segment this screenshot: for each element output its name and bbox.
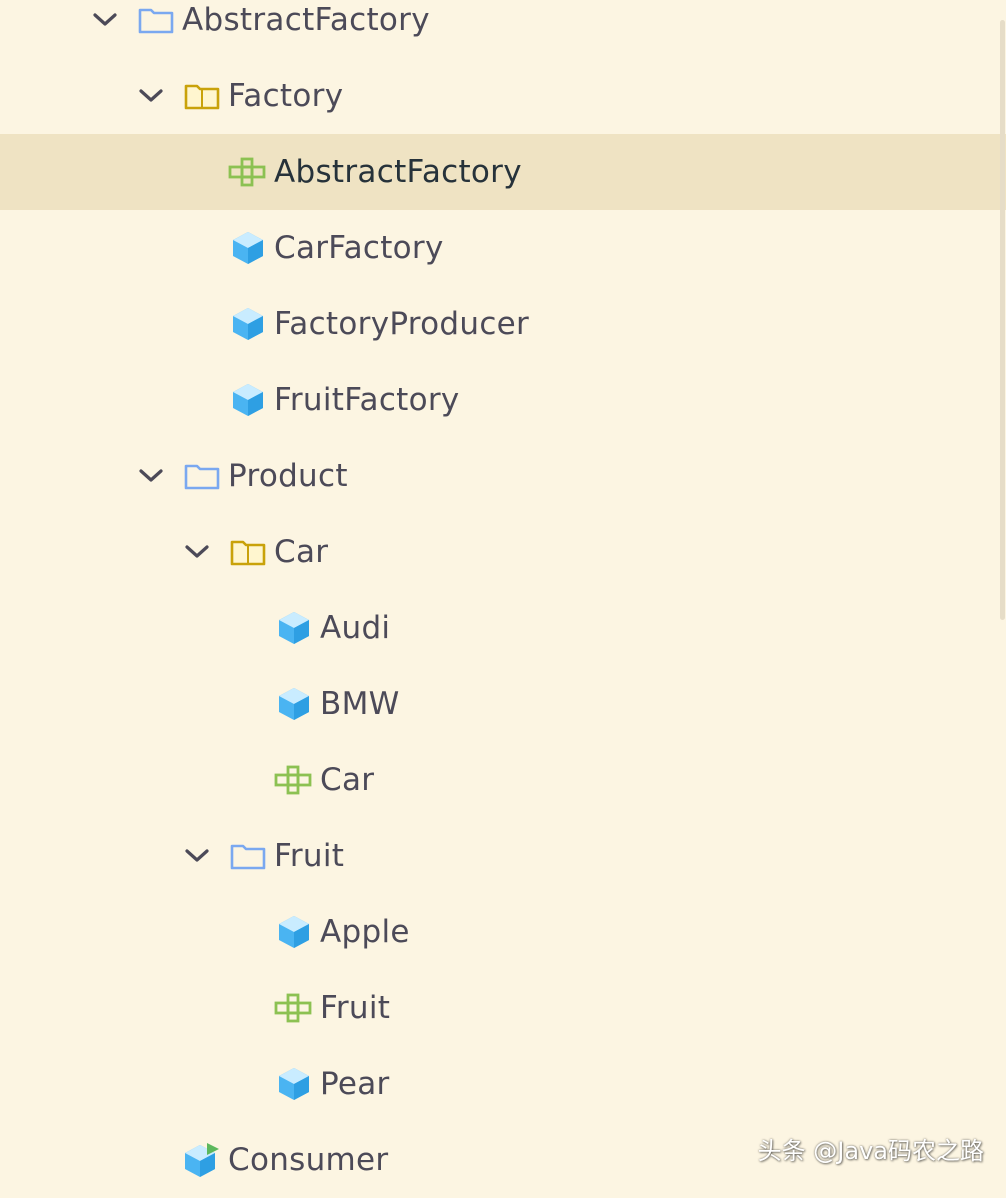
class-icon	[228, 228, 268, 268]
tree-item[interactable]: Car	[0, 514, 1006, 590]
tree-item-label: FactoryProducer	[274, 306, 530, 342]
tree-item-label: Pear	[320, 1066, 390, 1102]
class-icon	[274, 912, 314, 952]
class-icon	[228, 380, 268, 420]
tree-item[interactable]: FruitFactory	[0, 362, 1006, 438]
project-tree: AbstractFactory Factory AbstractFactory Car…	[0, 0, 1006, 1188]
tree-item[interactable]: Apple	[0, 894, 1006, 970]
tree-item[interactable]: Factory	[0, 58, 1006, 134]
chevron-down-icon[interactable]	[90, 5, 120, 35]
folder-icon	[228, 836, 268, 876]
tree-item-label: Factory	[228, 78, 344, 114]
class-icon	[274, 1064, 314, 1104]
tree-item-label: Consumer	[228, 1142, 389, 1178]
tree-item-label: BMW	[320, 686, 400, 722]
tree-item[interactable]: AbstractFactory	[0, 0, 1006, 58]
tree-item[interactable]: BMW	[0, 666, 1006, 742]
tree-item-label: Apple	[320, 914, 410, 950]
watermark: 头条 @Java码农之路	[757, 1137, 984, 1165]
folder-icon	[182, 456, 222, 496]
tree-item-label: Product	[228, 458, 348, 494]
class-icon	[274, 684, 314, 724]
folder-icon	[136, 0, 176, 40]
chevron-down-icon[interactable]	[182, 537, 212, 567]
class-icon	[228, 304, 268, 344]
class-icon	[274, 608, 314, 648]
tree-item[interactable]: CarFactory	[0, 210, 1006, 286]
interface-icon	[274, 760, 314, 800]
tree-item-label: Car	[274, 534, 329, 570]
tree-item[interactable]: FactoryProducer	[0, 286, 1006, 362]
tree-item[interactable]: Fruit	[0, 818, 1006, 894]
chevron-down-icon[interactable]	[136, 81, 166, 111]
tree-item-label: Fruit	[274, 838, 345, 874]
tree-item-label: FruitFactory	[274, 382, 460, 418]
tree-item-label: Car	[320, 762, 375, 798]
tree-item[interactable]: Fruit	[0, 970, 1006, 1046]
tree-item-label: CarFactory	[274, 230, 444, 266]
scrollbar-thumb[interactable]	[1000, 20, 1005, 620]
tree-item-label: AbstractFactory	[274, 154, 522, 190]
tree-item-label: AbstractFactory	[182, 2, 430, 38]
interface-icon	[228, 152, 268, 192]
scrollbar[interactable]	[998, 0, 1006, 1188]
chevron-down-icon[interactable]	[136, 461, 166, 491]
tree-item[interactable]: Pear	[0, 1046, 1006, 1122]
main-class-icon	[182, 1140, 222, 1180]
package-icon	[182, 76, 222, 116]
package-icon	[228, 532, 268, 572]
tree-item-label: Fruit	[320, 990, 391, 1026]
tree-item-label: Audi	[320, 610, 391, 646]
tree-item[interactable]: Car	[0, 742, 1006, 818]
tree-item[interactable]: Product	[0, 438, 1006, 514]
interface-icon	[274, 988, 314, 1028]
tree-item[interactable]: Audi	[0, 590, 1006, 666]
chevron-down-icon[interactable]	[182, 841, 212, 871]
tree-item[interactable]: AbstractFactory	[0, 134, 1006, 210]
